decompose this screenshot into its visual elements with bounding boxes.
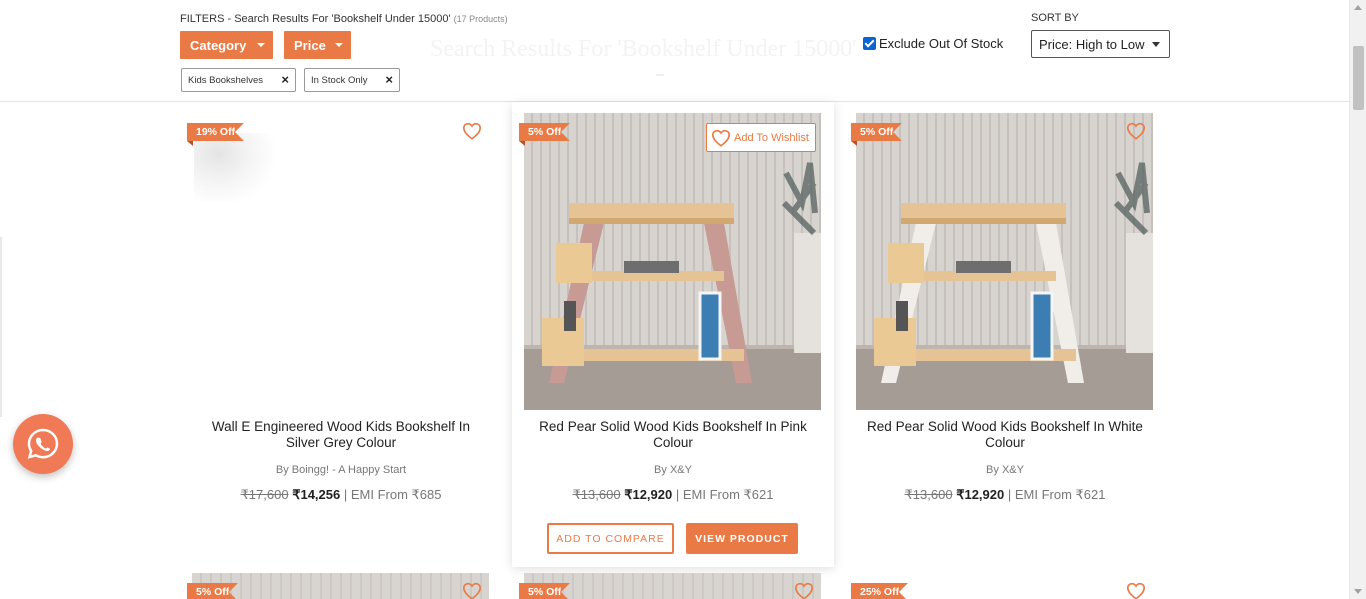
- filter-chip-kids-bookshelves[interactable]: Kids Bookshelves ×: [181, 68, 296, 92]
- heart-outline-icon: [711, 129, 731, 147]
- product-price: ₹17,600 ₹14,256 | EMI From ₹685: [180, 487, 502, 503]
- discount-badge: 5% Off: [519, 583, 571, 599]
- product-title[interactable]: Red Pear Solid Wood Kids Bookshelf In Wh…: [864, 419, 1146, 451]
- sort-select[interactable]: Price: High to Low: [1031, 30, 1170, 58]
- add-to-compare-button[interactable]: ADD TO COMPARE: [547, 523, 674, 554]
- price-dropdown[interactable]: Price: [284, 31, 351, 59]
- discount-badge: 5% Off: [519, 123, 571, 146]
- mrp-price: ₹13,600: [904, 487, 953, 502]
- filter-chip-in-stock-only[interactable]: In Stock Only ×: [304, 68, 400, 92]
- product-image-placeholder[interactable]: [192, 113, 489, 410]
- category-dropdown[interactable]: Category: [180, 31, 273, 59]
- left-edge-panel: [0, 237, 2, 417]
- product-card[interactable]: 19% Off Wall E Engineered Wood Kids Book…: [180, 102, 502, 567]
- filter-chip-label: In Stock Only: [311, 74, 368, 86]
- emi-text: | EMI From ₹621: [1007, 487, 1106, 502]
- caret-down-icon: [1152, 42, 1160, 47]
- discount-badge: 25% Off: [851, 583, 909, 599]
- product-count: (17 Products): [453, 14, 508, 24]
- filter-heading: FILTERS - Search Results For 'Bookshelf …: [180, 13, 508, 25]
- product-price: ₹13,600 ₹12,920 | EMI From ₹621: [844, 487, 1166, 503]
- exclude-out-of-stock[interactable]: Exclude Out Of Stock: [863, 36, 1003, 51]
- close-icon[interactable]: ×: [385, 73, 393, 86]
- scroll-up-arrow-icon[interactable]: [1354, 5, 1362, 10]
- discount-badge: 5% Off: [851, 123, 903, 146]
- vertical-scrollbar[interactable]: [1349, 0, 1366, 599]
- scrollbar-thumb[interactable]: [1353, 46, 1364, 110]
- search-results-page: Search Results For 'Bookshelf Under 1500…: [0, 0, 1366, 599]
- sale-price: ₹12,920: [956, 487, 1005, 502]
- page-title-background: Search Results For 'Bookshelf Under 1500…: [430, 36, 857, 62]
- category-dropdown-label: Category: [190, 37, 247, 53]
- caret-down-icon: [257, 43, 265, 47]
- filter-bar: Search Results For 'Bookshelf Under 1500…: [0, 0, 1349, 102]
- product-card[interactable]: 5% Off Add To Wishlist Red Pear Solid Wo…: [512, 102, 834, 567]
- product-card[interactable]: 5% Off Red Pear Solid Wood Kids Bookshel…: [844, 102, 1166, 567]
- price-dropdown-label: Price: [294, 37, 326, 53]
- mrp-price: ₹13,600: [572, 487, 621, 502]
- mrp-price: ₹17,600: [240, 487, 289, 502]
- title-divider: [656, 74, 664, 76]
- filter-heading-text: FILTERS - Search Results For 'Bookshelf …: [180, 13, 451, 25]
- sale-price: ₹12,920: [624, 487, 673, 502]
- heart-outline-icon[interactable]: [462, 582, 482, 599]
- discount-badge: 5% Off: [187, 583, 239, 599]
- close-icon[interactable]: ×: [281, 73, 289, 86]
- exclude-out-of-stock-checkbox[interactable]: [863, 37, 876, 50]
- caret-down-icon: [335, 43, 343, 47]
- filter-chip-label: Kids Bookshelves: [188, 74, 263, 86]
- product-title[interactable]: Wall E Engineered Wood Kids Bookshelf In…: [200, 419, 482, 451]
- product-card[interactable]: 5% Off: [180, 572, 502, 599]
- whatsapp-icon: [27, 428, 59, 459]
- whatsapp-chat-button[interactable]: [13, 414, 73, 474]
- heart-outline-icon[interactable]: [794, 582, 814, 599]
- product-brand: By X&Y: [654, 464, 692, 476]
- product-brand: By Boingg! - A Happy Start: [275, 464, 407, 476]
- add-to-wishlist-button[interactable]: Add To Wishlist: [706, 123, 816, 152]
- product-image[interactable]: [856, 113, 1153, 410]
- product-card[interactable]: 25% Off: [844, 572, 1166, 599]
- product-brand: By X&Y: [986, 464, 1024, 476]
- heart-outline-icon[interactable]: [1126, 582, 1146, 599]
- white-bookshelf-image: [856, 113, 1153, 410]
- view-product-button[interactable]: VIEW PRODUCT: [686, 523, 798, 554]
- product-title[interactable]: Red Pear Solid Wood Kids Bookshelf In Pi…: [532, 419, 814, 451]
- product-card[interactable]: 5% Off: [512, 572, 834, 599]
- image-loading-shadow: [194, 133, 274, 203]
- emi-text: | EMI From ₹621: [675, 487, 774, 502]
- product-image[interactable]: [524, 113, 821, 410]
- exclude-out-of-stock-label: Exclude Out Of Stock: [879, 36, 1004, 51]
- heart-outline-icon[interactable]: [462, 122, 482, 140]
- discount-badge: 19% Off: [187, 123, 245, 146]
- sort-by-label: SORT BY: [1031, 12, 1079, 24]
- heart-outline-icon[interactable]: [1126, 122, 1146, 140]
- sale-price: ₹14,256: [292, 487, 341, 502]
- sort-select-value: Price: High to Low: [1039, 36, 1145, 52]
- scroll-down-arrow-icon[interactable]: [1354, 589, 1362, 594]
- emi-text: | EMI From ₹685: [343, 487, 442, 502]
- pink-bookshelf-image: [524, 113, 821, 410]
- add-to-wishlist-label: Add To Wishlist: [734, 131, 809, 144]
- product-price: ₹13,600 ₹12,920 | EMI From ₹621: [512, 487, 834, 503]
